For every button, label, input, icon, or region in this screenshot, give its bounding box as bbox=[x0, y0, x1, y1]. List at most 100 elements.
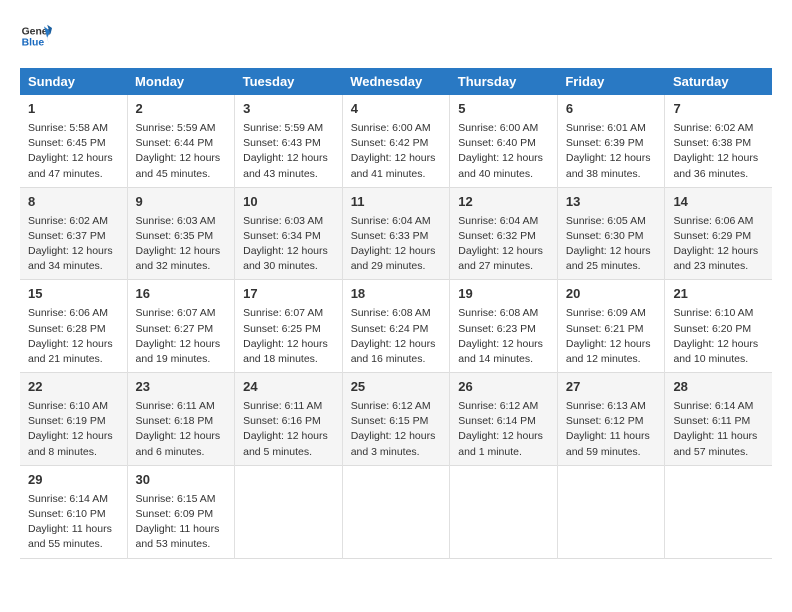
day-info: and 30 minutes. bbox=[243, 259, 334, 274]
day-number: 5 bbox=[458, 100, 549, 119]
day-number: 22 bbox=[28, 378, 119, 397]
day-number: 20 bbox=[566, 285, 657, 304]
header-wednesday: Wednesday bbox=[342, 68, 450, 95]
logo: General Blue bbox=[20, 20, 52, 52]
day-info: and 18 minutes. bbox=[243, 352, 334, 367]
calendar-cell bbox=[235, 465, 343, 558]
calendar-cell: 3Sunrise: 5:59 AMSunset: 6:43 PMDaylight… bbox=[235, 95, 343, 187]
day-info: Sunset: 6:39 PM bbox=[566, 136, 657, 151]
day-info: and 21 minutes. bbox=[28, 352, 119, 367]
day-info: Sunset: 6:28 PM bbox=[28, 322, 119, 337]
day-info: Sunrise: 6:05 AM bbox=[566, 214, 657, 229]
day-info: and 40 minutes. bbox=[458, 167, 549, 182]
day-info: Daylight: 12 hours bbox=[351, 429, 442, 444]
day-info: Sunrise: 6:10 AM bbox=[28, 399, 119, 414]
day-number: 28 bbox=[673, 378, 764, 397]
day-info: Sunset: 6:38 PM bbox=[673, 136, 764, 151]
day-info: Daylight: 12 hours bbox=[136, 429, 227, 444]
day-number: 14 bbox=[673, 193, 764, 212]
day-info: Daylight: 12 hours bbox=[351, 151, 442, 166]
day-number: 29 bbox=[28, 471, 119, 490]
calendar-week-5: 29Sunrise: 6:14 AMSunset: 6:10 PMDayligh… bbox=[20, 465, 772, 558]
day-info: Sunset: 6:20 PM bbox=[673, 322, 764, 337]
day-info: Daylight: 11 hours bbox=[566, 429, 657, 444]
day-info: Daylight: 12 hours bbox=[566, 244, 657, 259]
day-number: 9 bbox=[136, 193, 227, 212]
day-number: 7 bbox=[673, 100, 764, 119]
day-info: and 45 minutes. bbox=[136, 167, 227, 182]
calendar-cell: 2Sunrise: 5:59 AMSunset: 6:44 PMDaylight… bbox=[127, 95, 235, 187]
day-info: Daylight: 12 hours bbox=[566, 151, 657, 166]
svg-text:Blue: Blue bbox=[22, 38, 45, 49]
day-info: Sunrise: 6:10 AM bbox=[673, 306, 764, 321]
day-info: Daylight: 12 hours bbox=[351, 337, 442, 352]
day-info: Daylight: 12 hours bbox=[458, 244, 549, 259]
day-info: Sunrise: 6:15 AM bbox=[136, 492, 227, 507]
day-info: Sunset: 6:27 PM bbox=[136, 322, 227, 337]
calendar-cell: 7Sunrise: 6:02 AMSunset: 6:38 PMDaylight… bbox=[665, 95, 772, 187]
day-info: Sunrise: 6:14 AM bbox=[673, 399, 764, 414]
calendar-header: SundayMondayTuesdayWednesdayThursdayFrid… bbox=[20, 68, 772, 95]
calendar-cell: 25Sunrise: 6:12 AMSunset: 6:15 PMDayligh… bbox=[342, 373, 450, 466]
day-info: and 32 minutes. bbox=[136, 259, 227, 274]
day-info: Sunset: 6:40 PM bbox=[458, 136, 549, 151]
day-number: 4 bbox=[351, 100, 442, 119]
day-info: Sunset: 6:45 PM bbox=[28, 136, 119, 151]
day-info: and 38 minutes. bbox=[566, 167, 657, 182]
calendar-week-2: 8Sunrise: 6:02 AMSunset: 6:37 PMDaylight… bbox=[20, 187, 772, 280]
header: General Blue bbox=[20, 20, 772, 52]
day-info: Sunset: 6:10 PM bbox=[28, 507, 119, 522]
day-number: 11 bbox=[351, 193, 442, 212]
calendar-cell: 5 Sunrise: 6:00 AMSunset: 6:40 PMDaylight… bbox=[450, 95, 558, 187]
day-info: Sunset: 6:30 PM bbox=[566, 229, 657, 244]
day-info: and 29 minutes. bbox=[351, 259, 442, 274]
day-info: and 5 minutes. bbox=[243, 445, 334, 460]
calendar-cell: 10Sunrise: 6:03 AMSunset: 6:34 PMDayligh… bbox=[235, 187, 343, 280]
day-info: Sunrise: 6:00 AM bbox=[351, 121, 442, 136]
day-info: and 53 minutes. bbox=[136, 537, 227, 552]
day-info: and 57 minutes. bbox=[673, 445, 764, 460]
day-number: 27 bbox=[566, 378, 657, 397]
day-number: 24 bbox=[243, 378, 334, 397]
calendar-cell: 29Sunrise: 6:14 AMSunset: 6:10 PMDayligh… bbox=[20, 465, 127, 558]
day-info: Daylight: 12 hours bbox=[243, 429, 334, 444]
calendar-cell: 19Sunrise: 6:08 AMSunset: 6:23 PMDayligh… bbox=[450, 280, 558, 373]
day-info: Sunrise: 6:14 AM bbox=[28, 492, 119, 507]
logo-icon: General Blue bbox=[20, 20, 52, 52]
calendar-cell bbox=[342, 465, 450, 558]
calendar-cell: 20Sunrise: 6:09 AMSunset: 6:21 PMDayligh… bbox=[557, 280, 665, 373]
day-number: 12 bbox=[458, 193, 549, 212]
day-info: Sunrise: 6:08 AM bbox=[458, 306, 549, 321]
calendar-table: SundayMondayTuesdayWednesdayThursdayFrid… bbox=[20, 68, 772, 559]
calendar-cell: 22Sunrise: 6:10 AMSunset: 6:19 PMDayligh… bbox=[20, 373, 127, 466]
day-info: Daylight: 12 hours bbox=[28, 151, 119, 166]
day-info: Sunrise: 6:03 AM bbox=[243, 214, 334, 229]
day-number: 26 bbox=[458, 378, 549, 397]
calendar-body: 1Sunrise: 5:58 AMSunset: 6:45 PMDaylight… bbox=[20, 95, 772, 558]
day-number: 6 bbox=[566, 100, 657, 119]
day-info: and 6 minutes. bbox=[136, 445, 227, 460]
day-info: Sunset: 6:35 PM bbox=[136, 229, 227, 244]
day-number: 19 bbox=[458, 285, 549, 304]
day-info: Sunset: 6:43 PM bbox=[243, 136, 334, 151]
day-info: Daylight: 12 hours bbox=[136, 151, 227, 166]
day-info: Daylight: 11 hours bbox=[673, 429, 764, 444]
calendar-cell bbox=[665, 465, 772, 558]
day-number: 18 bbox=[351, 285, 442, 304]
day-info: Sunrise: 6:03 AM bbox=[136, 214, 227, 229]
day-info: Sunrise: 6:00 AM bbox=[458, 121, 549, 136]
day-info: Sunrise: 6:11 AM bbox=[243, 399, 334, 414]
day-number: 16 bbox=[136, 285, 227, 304]
calendar-cell: 17Sunrise: 6:07 AMSunset: 6:25 PMDayligh… bbox=[235, 280, 343, 373]
day-info: and 25 minutes. bbox=[566, 259, 657, 274]
day-number: 25 bbox=[351, 378, 442, 397]
day-info: Daylight: 12 hours bbox=[243, 151, 334, 166]
day-info: Daylight: 12 hours bbox=[28, 429, 119, 444]
day-info: Daylight: 12 hours bbox=[458, 151, 549, 166]
day-info: Sunrise: 6:12 AM bbox=[351, 399, 442, 414]
day-info: Sunset: 6:34 PM bbox=[243, 229, 334, 244]
day-info: Sunset: 6:12 PM bbox=[566, 414, 657, 429]
day-info: Sunset: 6:14 PM bbox=[458, 414, 549, 429]
calendar-cell: 26Sunrise: 6:12 AMSunset: 6:14 PMDayligh… bbox=[450, 373, 558, 466]
day-info: and 12 minutes. bbox=[566, 352, 657, 367]
